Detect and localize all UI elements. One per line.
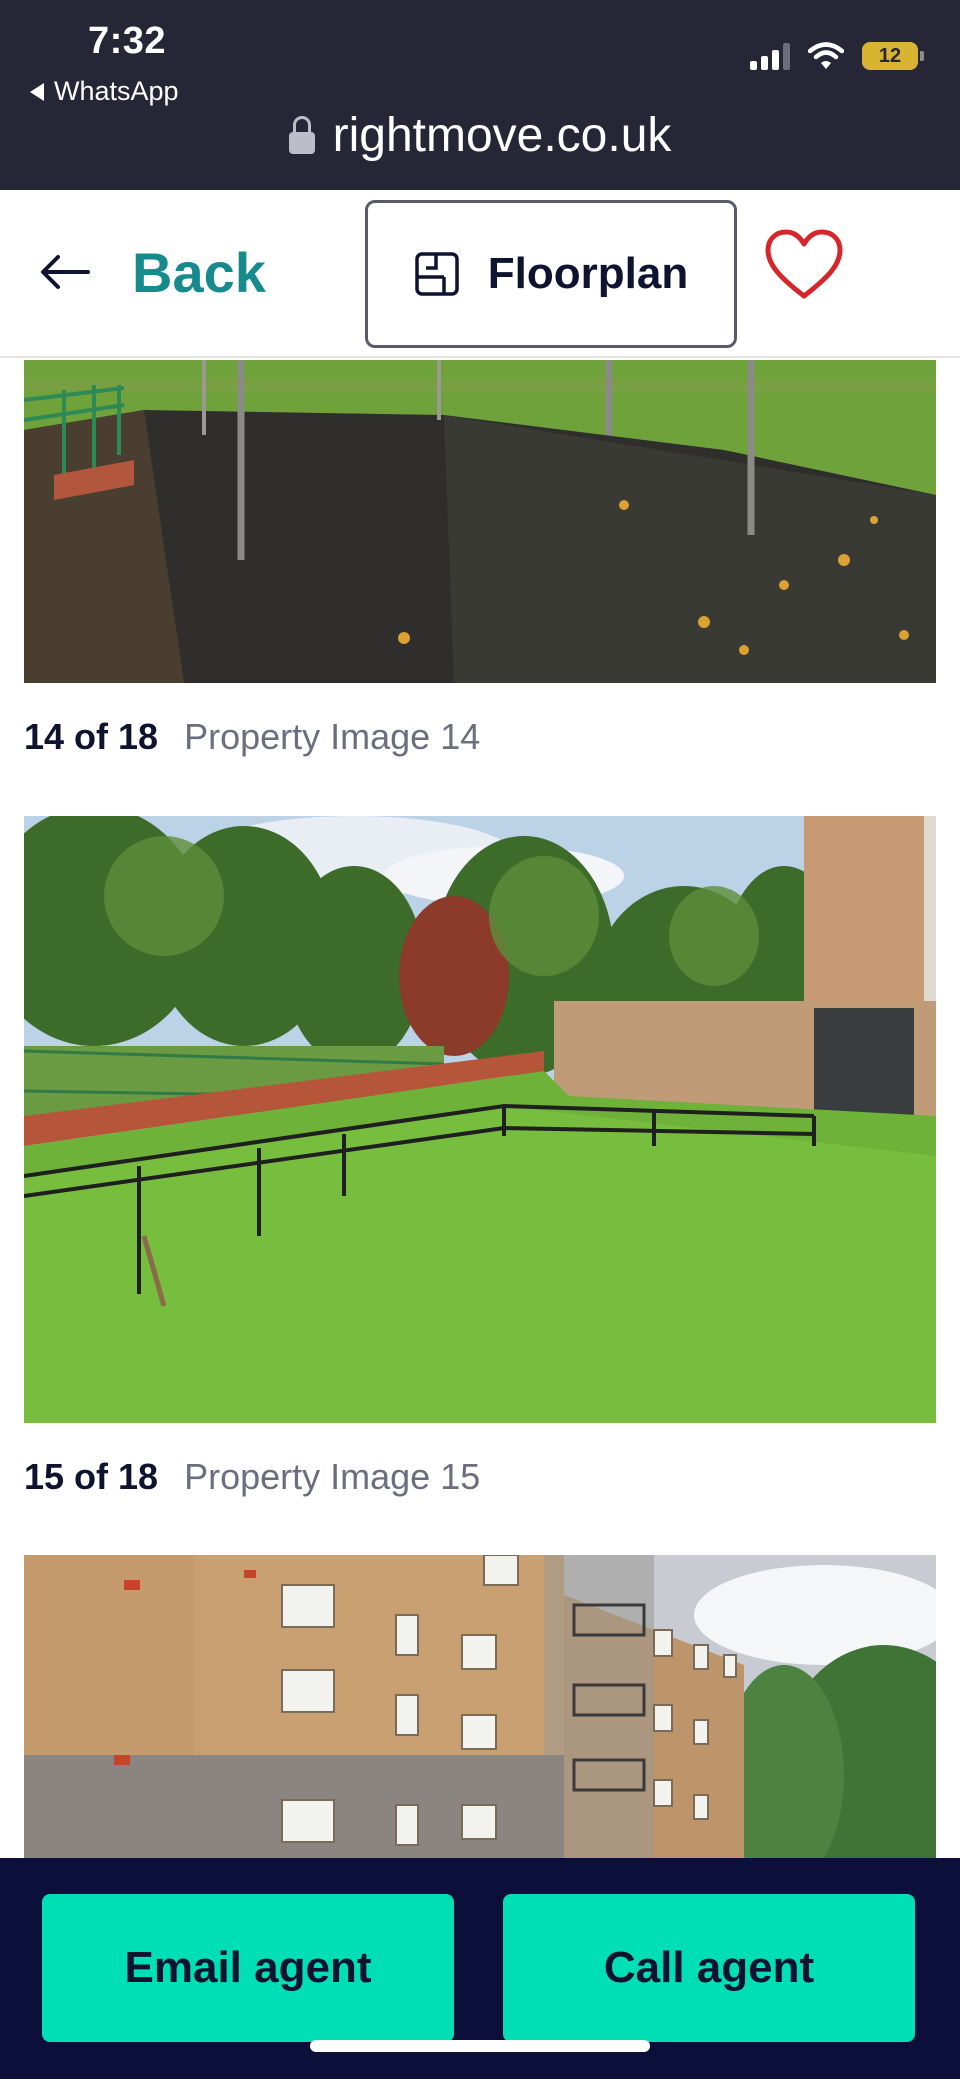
home-indicator[interactable] (310, 2040, 650, 2052)
back-triangle-icon (30, 82, 44, 101)
arrow-left-icon (41, 255, 90, 289)
url-text: rightmove.co.uk (332, 109, 672, 162)
battery-level: 12 (878, 44, 902, 67)
back-label: Back (132, 240, 266, 304)
property-photo-15[interactable] (24, 816, 936, 1423)
back-button[interactable]: Back (40, 232, 266, 312)
system-icons: 12 (750, 42, 924, 70)
email-agent-button[interactable]: Email agent (42, 1894, 454, 2042)
photo-caption-15: 15 of 18 Property Image 15 (24, 1456, 480, 1498)
browser-status-bar: 7:32 WhatsApp 12 rightmove.co.uk (0, 0, 960, 190)
photo-count: 14 of 18 (24, 716, 159, 757)
floorplan-button[interactable]: Floorplan (365, 200, 737, 348)
listing-header: Back Floorplan (0, 190, 960, 358)
floorplan-icon (415, 252, 459, 296)
property-photo-16[interactable] (24, 1555, 936, 1858)
photo-count: 15 of 18 (24, 1456, 159, 1497)
clock: 7:32 (88, 20, 167, 62)
lock-icon (288, 115, 315, 154)
address-bar[interactable]: rightmove.co.uk (0, 108, 960, 163)
photo-title: Property Image 15 (184, 1456, 481, 1497)
cellular-signal-icon (750, 42, 790, 70)
favourite-heart-icon[interactable] (764, 226, 844, 306)
property-photo-14[interactable] (24, 360, 936, 683)
photo-caption-14: 14 of 18 Property Image 14 (24, 716, 480, 758)
wifi-icon (808, 42, 844, 69)
photo-title: Property Image 14 (184, 716, 481, 757)
floorplan-label: Floorplan (487, 249, 689, 298)
back-app-label: WhatsApp (54, 76, 179, 106)
battery-icon: 12 (862, 42, 924, 70)
back-to-app-link[interactable]: WhatsApp (30, 76, 179, 107)
call-agent-button[interactable]: Call agent (503, 1894, 915, 2042)
